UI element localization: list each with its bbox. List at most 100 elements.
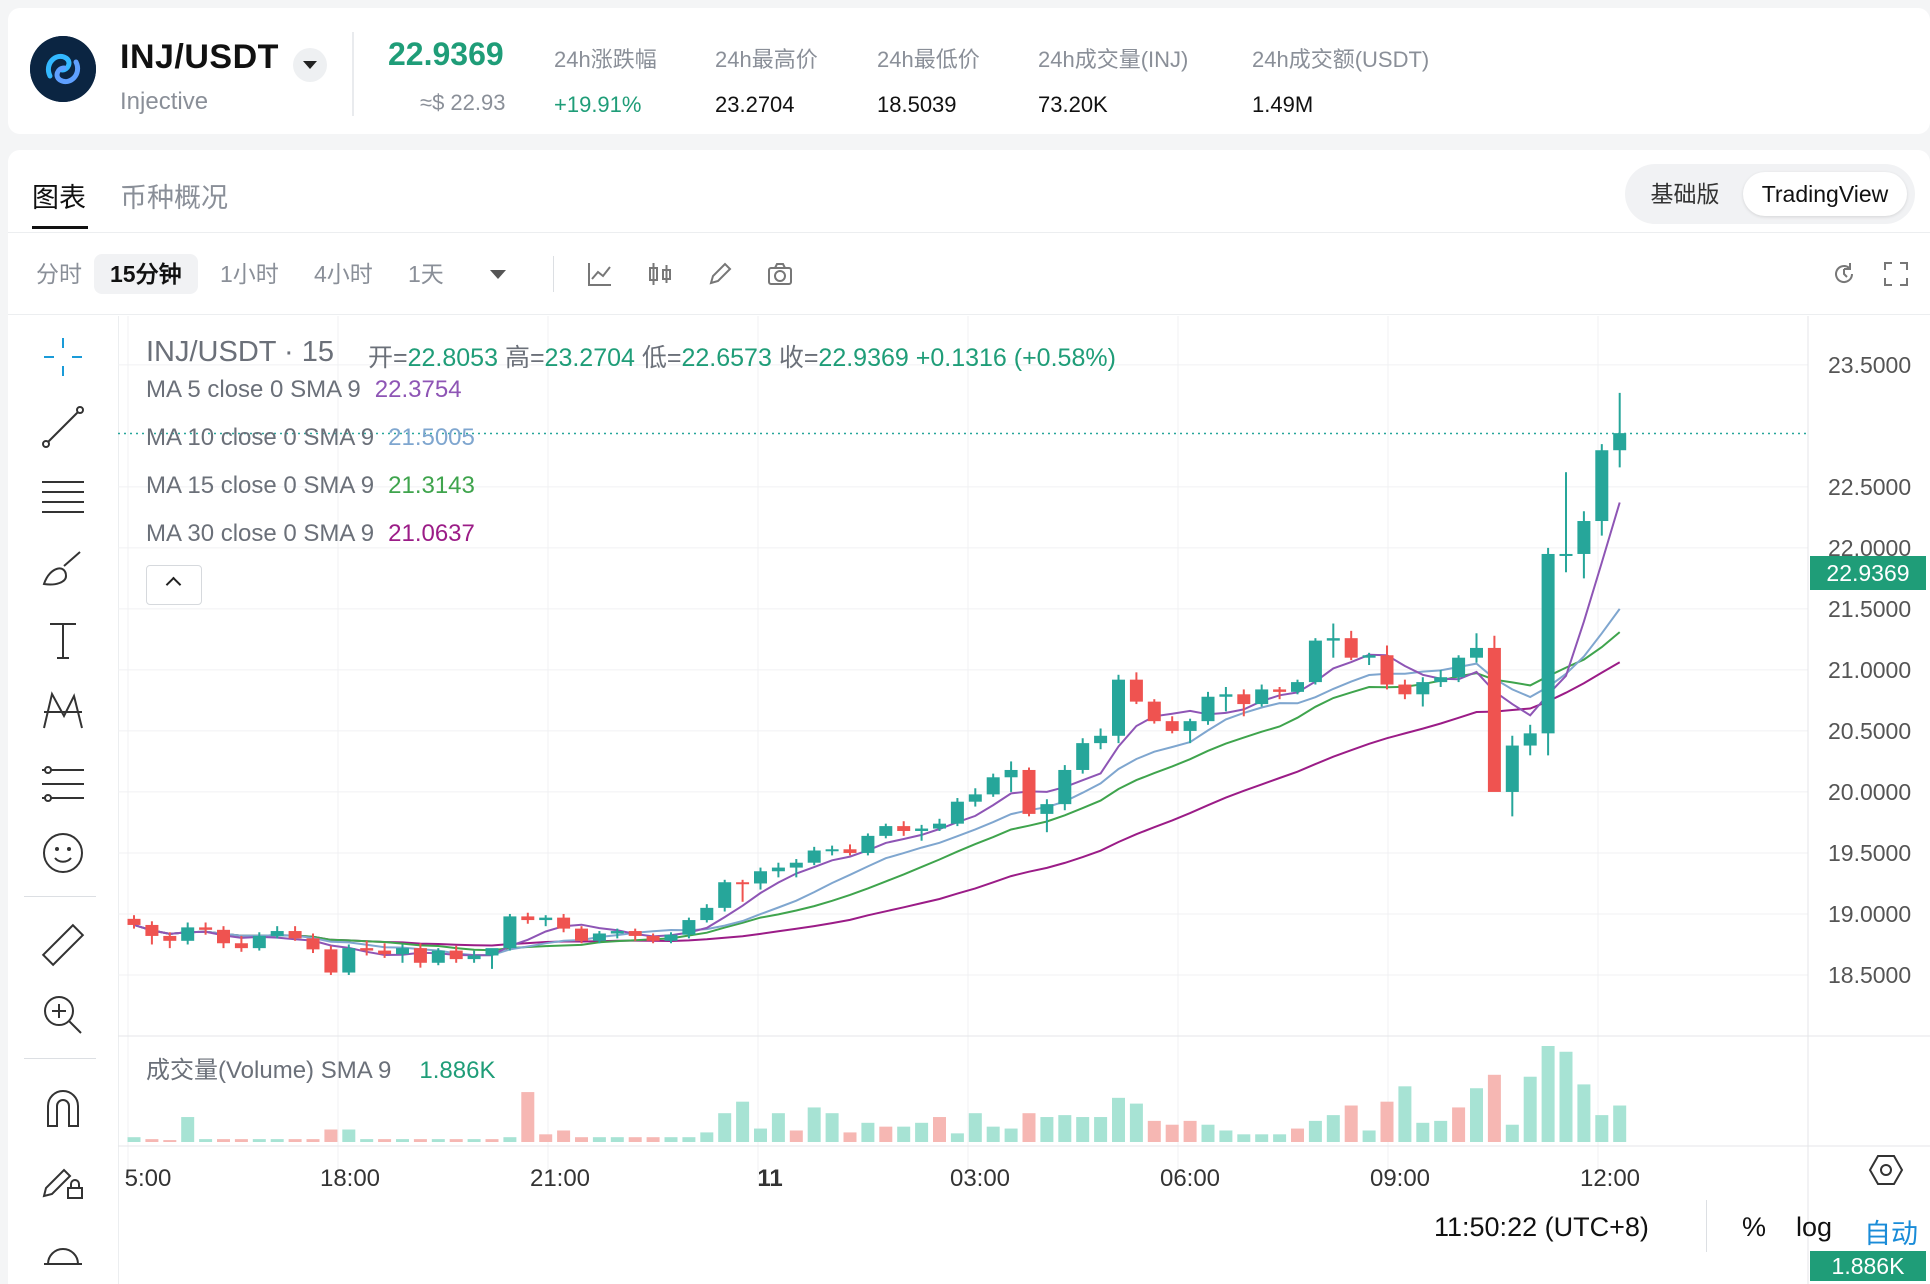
- percent-scale-toggle[interactable]: %: [1742, 1212, 1766, 1243]
- volume-bar: [986, 1126, 1000, 1142]
- candle-body: [1183, 721, 1197, 731]
- volume-bar: [1398, 1086, 1412, 1142]
- prediction-icon[interactable]: [38, 758, 88, 808]
- tab-coin-overview[interactable]: 币种概况: [120, 176, 228, 215]
- candle-body: [217, 929, 230, 944]
- candle-body: [1434, 677, 1448, 683]
- lock-drawing-icon[interactable]: [38, 1154, 88, 1204]
- fullscreen-icon[interactable]: [1882, 260, 1910, 288]
- pattern-icon[interactable]: [38, 686, 88, 736]
- candle-body: [1255, 689, 1269, 705]
- ma15-line: [133, 631, 1621, 952]
- stat-label: 24h成交额(USDT): [1252, 47, 1430, 72]
- chart-canvas[interactable]: 23.500022.500022.000021.500021.000020.50…: [118, 316, 1930, 1284]
- emoji-icon[interactable]: [38, 828, 88, 878]
- volume-bar: [736, 1101, 750, 1142]
- volume-bar: [718, 1113, 732, 1142]
- ma30-line: [133, 661, 1621, 947]
- candle-body: [1470, 647, 1483, 658]
- timeframe-time[interactable]: 分时: [20, 254, 98, 294]
- indicators-icon[interactable]: [586, 260, 614, 288]
- candle-body: [1058, 769, 1072, 805]
- brush-icon[interactable]: [38, 544, 88, 594]
- candlestick-chart[interactable]: 23.5000 22.5000 22.0000 21.5000 21.0000 20.50…: [118, 316, 1930, 1284]
- zoom-in-icon[interactable]: [38, 990, 88, 1040]
- tradingview-button[interactable]: TradingView: [1743, 172, 1907, 216]
- clock[interactable]: 11:50:22 (UTC+8): [1434, 1212, 1649, 1243]
- candle-body: [646, 935, 660, 941]
- ma-value: 21.3143: [388, 472, 475, 499]
- camera-icon[interactable]: [766, 260, 794, 288]
- candle-type-icon[interactable]: [646, 260, 674, 288]
- legend-volume[interactable]: 成交量(Volume) SMA 9 1.886K: [146, 1050, 495, 1085]
- pair-dropdown-icon[interactable]: [293, 48, 327, 82]
- fib-retracement-icon[interactable]: [38, 472, 88, 522]
- volume-bar: [360, 1139, 374, 1142]
- volume-bar: [1094, 1117, 1108, 1142]
- hide-drawings-icon[interactable]: [38, 1224, 88, 1274]
- stat-label: 24h最高价: [715, 47, 818, 72]
- volume-bar: [1541, 1046, 1555, 1142]
- candle-body: [127, 918, 141, 925]
- pair-symbol[interactable]: INJ/USDT: [120, 38, 279, 77]
- footer-divider: [1706, 1200, 1707, 1252]
- timeframe-more-icon[interactable]: [490, 270, 506, 279]
- axis-settings-icon-center: [1880, 1164, 1892, 1176]
- candle-body: [825, 849, 839, 852]
- injective-logo: [30, 36, 96, 102]
- basic-view-button[interactable]: 基础版: [1633, 172, 1737, 216]
- volume-bar: [1559, 1051, 1573, 1142]
- candle-body: [628, 931, 642, 936]
- change-value: +0.1316 (+0.58%): [915, 344, 1116, 372]
- candle-body: [485, 948, 499, 956]
- candle-body: [1076, 743, 1090, 770]
- legend-ma15[interactable]: MA 15 close 0 SMA 9 21.3143: [146, 472, 475, 500]
- candle-body: [396, 948, 409, 955]
- volume-bar: [664, 1137, 678, 1142]
- volume-bar: [1022, 1113, 1036, 1142]
- legend-ma5[interactable]: MA 5 close 0 SMA 9 22.3754: [146, 376, 462, 404]
- trendline-icon[interactable]: [38, 402, 88, 452]
- magnet-icon[interactable]: [38, 1084, 88, 1134]
- timeframe-4h[interactable]: 4小时: [298, 254, 389, 294]
- timeframe-15m[interactable]: 15分钟: [94, 254, 198, 294]
- ruler-icon[interactable]: [38, 920, 88, 970]
- volume-value: 1.886K: [419, 1057, 496, 1084]
- volume-bar: [879, 1126, 893, 1142]
- volume-bar: [628, 1137, 642, 1142]
- candle-body: [557, 917, 571, 929]
- volume-bar: [915, 1122, 929, 1142]
- candle-body: [1201, 696, 1215, 722]
- candle-body: [986, 777, 1000, 795]
- chart-panel: 图表 币种概况 基础版 TradingView 分时 15分钟 1小时 4小时 …: [8, 150, 1930, 1284]
- y-axis-label: 21.0000: [1828, 657, 1911, 683]
- volume-bar: [592, 1137, 606, 1142]
- tab-chart[interactable]: 图表: [32, 176, 86, 215]
- volume-bar: [199, 1139, 213, 1142]
- legend-ma10[interactable]: MA 10 close 0 SMA 9 21.5005: [146, 424, 475, 452]
- log-scale-toggle[interactable]: log: [1796, 1212, 1832, 1243]
- candle-body: [1165, 721, 1179, 731]
- crosshair-icon[interactable]: [38, 332, 88, 382]
- volume-bar: [1470, 1088, 1483, 1142]
- candle-body: [1452, 657, 1466, 678]
- volume-bar: [1452, 1107, 1466, 1142]
- reset-chart-icon[interactable]: [1830, 260, 1858, 288]
- volume-bar: [1183, 1120, 1197, 1142]
- x-axis-label: 5:00: [125, 1165, 172, 1192]
- legend-ma30[interactable]: MA 30 close 0 SMA 9 21.0637: [146, 520, 475, 548]
- timeframe-1h[interactable]: 1小时: [204, 254, 295, 294]
- candle-body: [449, 950, 463, 960]
- auto-scale-toggle[interactable]: 自动: [1864, 1212, 1918, 1251]
- timeframe-1d[interactable]: 1天: [392, 254, 460, 294]
- pencil-icon[interactable]: [706, 260, 734, 288]
- volume-bar: [1165, 1124, 1179, 1142]
- volume-bar: [467, 1139, 481, 1142]
- candle-body: [288, 931, 302, 939]
- candle-body: [539, 917, 553, 921]
- candle-body: [933, 823, 946, 829]
- text-tool-icon[interactable]: [38, 616, 88, 666]
- collapse-legend-button[interactable]: [146, 565, 202, 605]
- volume-bar: [1344, 1105, 1358, 1142]
- candle-body: [950, 801, 964, 824]
